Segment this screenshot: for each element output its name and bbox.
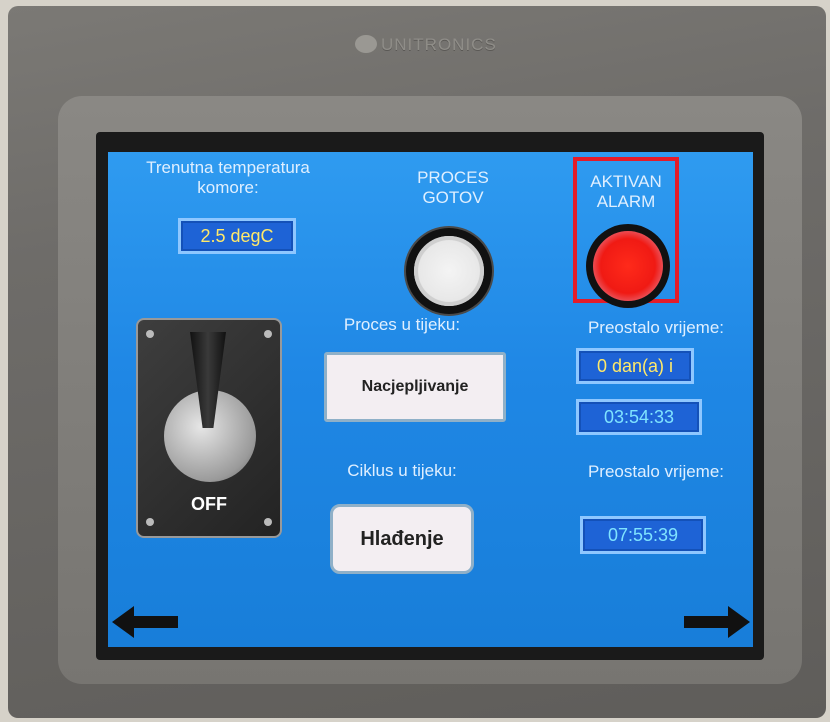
screw-icon [264,518,272,526]
cycle-running-label: Ciklus u tijeku: [347,461,457,480]
screw-icon [146,518,154,526]
process-done-label: PROCES GOTOV [417,168,489,207]
cycle-running-value[interactable]: Hlađenje [330,504,474,574]
brand-logo: UNITRONICS [355,35,497,55]
arrow-right-icon[interactable] [680,604,750,640]
switch-state-label: OFF [191,494,227,514]
arrow-left-icon[interactable] [112,604,182,640]
screw-icon [146,330,154,338]
screw-icon [264,330,272,338]
remaining-time-value-2: 07:55:39 [580,516,706,554]
remaining-time-label-1: Preostalo vrijeme: [587,318,725,337]
process-running-value[interactable]: Nacjepljivanje [324,352,506,422]
remaining-time-label-2: Preostalo vrijeme: [587,462,725,481]
temperature-value: 2.5 degC [178,218,296,254]
process-done-lamp [406,228,492,314]
alarm-label: AKTIVAN ALARM [590,172,662,211]
process-running-label: Proces u tijeku: [343,315,461,334]
alarm-lamp [586,224,670,308]
brand-name: UNITRONICS [381,35,497,54]
brand-mark-icon [355,35,377,53]
toggle-switch[interactable]: OFF [136,318,282,538]
remaining-days-value: 0 dan(a) i [576,348,694,384]
remaining-time-value-1: 03:54:33 [576,399,702,435]
temperature-label: Trenutna temperatura komore: [146,158,310,197]
hmi-screen: Trenutna temperatura komore: 2.5 degC PR… [108,152,753,647]
